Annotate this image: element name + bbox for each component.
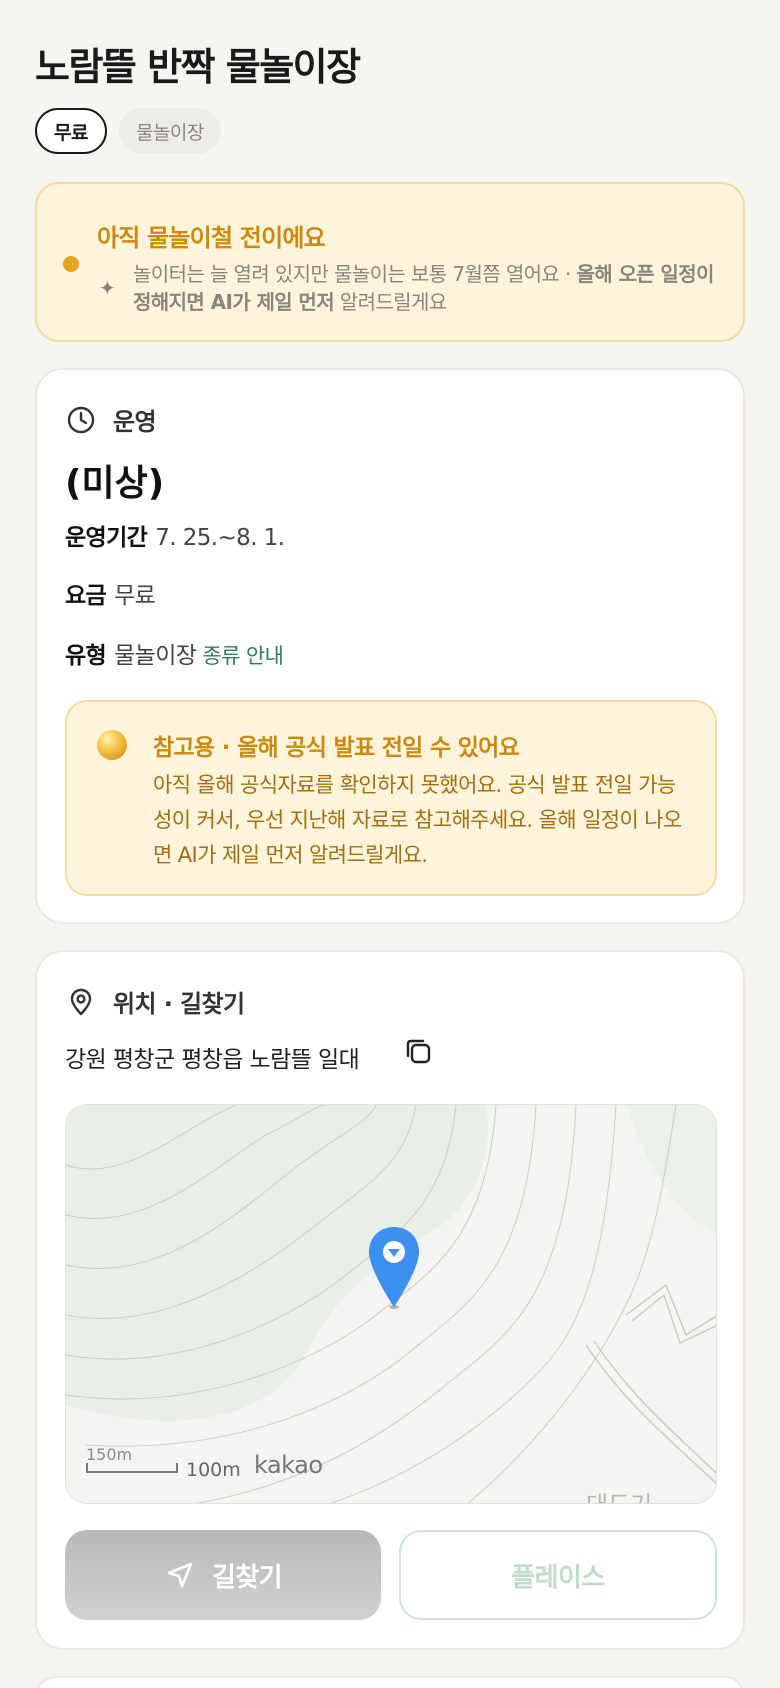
operation-card: 운영 (미상) 운영기간 7. 25.~8. 1. 요금 무료 유형 물놀이장 종류 안…: [35, 368, 745, 924]
coin-icon: [97, 730, 127, 760]
type-guide-link[interactable]: 종류 안내: [202, 644, 284, 668]
type-value: 물놀이장: [114, 643, 197, 669]
tag-chips: 무료 물놀이장: [35, 108, 221, 154]
operation-status: (미상): [65, 463, 165, 504]
location-header: 위치 · 길찾기: [65, 984, 245, 1019]
map-scale-label: 100m: [186, 1459, 241, 1481]
period-label: 운영기간: [65, 525, 148, 551]
reference-title: 참고용 · 올해 공식 발표 전일 수 있어요: [153, 735, 520, 761]
type-row: 유형 물놀이장 종류 안내: [65, 636, 284, 670]
next-card-edge: [35, 1676, 745, 1688]
chip-free[interactable]: 무료: [35, 108, 107, 154]
period-row: 운영기간 7. 25.~8. 1.: [65, 518, 285, 552]
location-pin-icon: [70, 988, 92, 1015]
type-label: 유형: [65, 643, 107, 669]
place-button-label: 플레이스: [511, 1562, 605, 1593]
season-notice: 아직 물놀이철 전이에요 ✦ 놀이터는 늘 열려 있지만 물놀이는 보통 7월쯤…: [35, 182, 745, 342]
page-title: 노람뜰 반짝 물놀이장: [35, 45, 361, 89]
map-marker-icon: [369, 1227, 419, 1309]
notice-text-end: 알려드릴게요: [334, 290, 447, 314]
page-root: 노람뜰 반짝 물놀이장 무료 물놀이장 아직 물놀이철 전이에요 ✦ 놀이터는 …: [0, 0, 780, 1688]
notice-text: 놀이터는 늘 열려 있지만 물놀이는 보통 7월쯤 열어요 · 올해 오픈 일정…: [133, 260, 733, 316]
fee-row: 요금 무료: [65, 576, 156, 610]
map-brand-logo: kakao: [254, 1451, 323, 1479]
notice-title: 아직 물놀이철 전이에요: [97, 224, 326, 252]
notice-text-plain: 놀이터는 늘 열려 있지만 물놀이는 보통 7월쯤 열어요 ·: [133, 262, 577, 286]
location-header-label: 위치 · 길찾기: [113, 990, 245, 1018]
map-scale-small: 150m: [86, 1445, 133, 1464]
fee-value: 무료: [114, 583, 156, 609]
clock-icon: [67, 406, 95, 433]
location-card: 위치 · 길찾기 강원 평창군 평창읍 노람뜰 일대 150m 100m kak…: [35, 950, 745, 1650]
place-button[interactable]: 플레이스: [399, 1530, 717, 1620]
map-place-label: 대도기: [586, 1485, 652, 1503]
chip-waterpark[interactable]: 물놀이장: [118, 108, 221, 154]
period-value: 7. 25.~8. 1.: [155, 525, 285, 551]
reference-text: 아직 올해 공식자료를 확인하지 못했어요. 공식 발표 전일 가능성이 커서,…: [153, 773, 682, 867]
navigation-arrow-icon: [167, 1562, 193, 1588]
map-scale-bar: [86, 1463, 178, 1473]
operation-header-label: 운영: [113, 408, 157, 436]
status-dot-icon: [63, 256, 79, 272]
directions-button[interactable]: 길찾기: [65, 1530, 381, 1620]
fee-label: 요금: [65, 583, 107, 609]
reference-notice: 참고용 · 올해 공식 발표 전일 수 있어요 아직 올해 공식자료를 확인하지…: [65, 700, 717, 896]
map-view[interactable]: 150m 100m kakao 대도기: [65, 1104, 717, 1504]
address-text: 강원 평창군 평창읍 노람뜰 일대: [65, 1047, 360, 1073]
operation-header: 운영: [65, 402, 157, 437]
directions-button-label: 길찾기: [212, 1562, 283, 1593]
sparkle-icon: ✦: [99, 276, 116, 300]
copy-icon[interactable]: [401, 1034, 435, 1068]
